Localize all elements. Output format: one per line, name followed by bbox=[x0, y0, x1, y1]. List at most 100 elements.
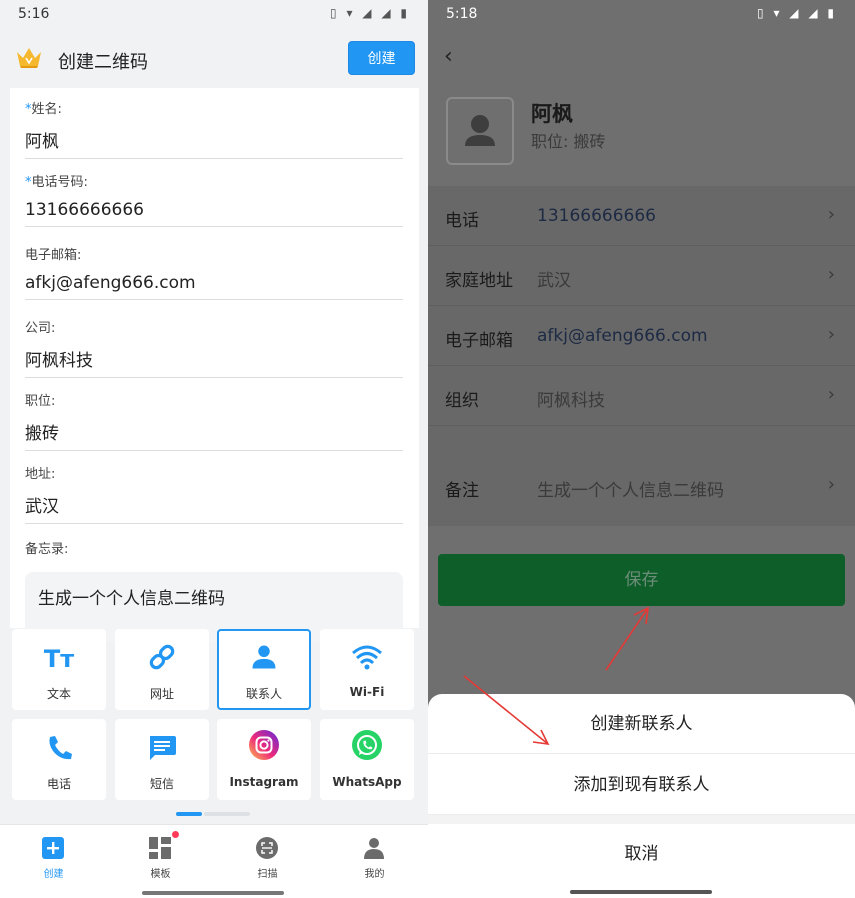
address-field[interactable]: 地址: 武汉 bbox=[25, 463, 403, 524]
field-label: *姓名: bbox=[25, 102, 62, 117]
contact-name: 阿枫 bbox=[531, 102, 573, 126]
status-time: 5:16 bbox=[18, 6, 50, 22]
type-tile-contact[interactable]: 联系人 bbox=[217, 629, 311, 710]
action-sheet: 创建新联系人 添加到现有联系人 取消 bbox=[428, 694, 855, 898]
chevron-right-icon: › bbox=[827, 324, 835, 345]
chevron-right-icon: › bbox=[827, 384, 835, 405]
profile-icon bbox=[364, 838, 384, 859]
home-indicator bbox=[142, 891, 284, 895]
status-icons: ▯ ▾ ◢ ◢ ▮ bbox=[757, 6, 837, 20]
nav-template[interactable]: 模板 bbox=[107, 825, 214, 885]
name-field[interactable]: *姓名: 阿枫 bbox=[25, 98, 403, 159]
sheet-divider bbox=[428, 815, 855, 824]
template-icon bbox=[149, 837, 171, 859]
nav-label: 模板 bbox=[150, 869, 171, 880]
status-icons: ▯ ▾ ◢ ◢ ▮ bbox=[330, 6, 410, 20]
link-icon bbox=[149, 644, 175, 670]
contact-form: *姓名: 阿枫 *电话号码: 13166666666 电子邮箱: afkj@af… bbox=[10, 88, 419, 642]
tile-label: 网址 bbox=[149, 687, 174, 701]
phone-field[interactable]: *电话号码: 13166666666 bbox=[25, 171, 403, 227]
contact-job: 职位: 搬砖 bbox=[531, 132, 606, 151]
left-screen: 5:16 ▯ ▾ ◢ ◢ ▮ 创建二维码 创建 *姓名: 阿枫 *电话号码: 1… bbox=[0, 0, 428, 898]
company-field[interactable]: 公司: 阿枫科技 bbox=[25, 317, 403, 378]
bottom-nav: 创建 模板 扫描 我的 bbox=[0, 824, 428, 898]
nav-create[interactable]: 创建 bbox=[0, 825, 107, 885]
person-placeholder-icon bbox=[465, 115, 495, 146]
page-indicator bbox=[176, 812, 252, 816]
row-value: 武汉 bbox=[537, 271, 571, 291]
row-notes[interactable]: 备注 生成一个个人信息二维码 › bbox=[428, 456, 855, 516]
right-screen: 5:18 ▯ ▾ ◢ ◢ ▮ ‹ 阿枫 职位: 搬砖 电话 1316666666… bbox=[428, 0, 855, 898]
tile-label: Instagram bbox=[229, 775, 299, 789]
memo-label: 备忘录: bbox=[25, 542, 69, 557]
field-label: *电话号码: bbox=[25, 175, 88, 190]
home-indicator bbox=[570, 890, 712, 894]
email-field[interactable]: 电子邮箱: afkj@afeng666.com bbox=[25, 244, 403, 300]
type-tile-phone[interactable]: 电话 bbox=[12, 719, 106, 800]
row-organization[interactable]: 组织 阿枫科技 › bbox=[428, 366, 855, 426]
svg-text:Tт: Tт bbox=[44, 645, 74, 671]
chevron-right-icon: › bbox=[827, 204, 835, 225]
row-home-address[interactable]: 家庭地址 武汉 › bbox=[428, 246, 855, 306]
nav-scan[interactable]: 扫描 bbox=[214, 825, 321, 885]
row-key: 组织 bbox=[445, 391, 479, 411]
tile-label: Wi-Fi bbox=[349, 685, 385, 699]
row-value: 生成一个个人信息二维码 bbox=[537, 481, 724, 501]
instagram-icon bbox=[249, 730, 279, 760]
chevron-right-icon: › bbox=[827, 264, 835, 285]
row-key: 家庭地址 bbox=[445, 271, 513, 291]
row-key: 电子邮箱 bbox=[445, 331, 513, 351]
status-bar: 5:16 ▯ ▾ ◢ ◢ ▮ bbox=[0, 0, 428, 30]
type-tile-text[interactable]: Tт 文本 bbox=[12, 629, 106, 710]
page-title: 创建二维码 bbox=[58, 52, 148, 73]
type-tile-wifi[interactable]: Wi-Fi bbox=[320, 629, 414, 710]
chevron-right-icon: › bbox=[827, 474, 835, 495]
save-button[interactable]: 保存 bbox=[438, 554, 845, 606]
status-time: 5:18 bbox=[446, 6, 478, 22]
row-value: afkj@afeng666.com bbox=[537, 326, 708, 346]
crown-icon bbox=[17, 48, 41, 68]
row-key: 电话 bbox=[445, 211, 479, 231]
nav-profile[interactable]: 我的 bbox=[321, 825, 428, 885]
contact-icon bbox=[252, 645, 276, 669]
type-tile-url[interactable]: 网址 bbox=[115, 629, 209, 710]
notification-dot bbox=[172, 831, 179, 838]
page-dot-active bbox=[176, 812, 202, 816]
row-value: 13166666666 bbox=[537, 206, 656, 226]
page-dot-inactive bbox=[204, 812, 250, 816]
contact-detail-list: 电话 13166666666 › 家庭地址 武汉 › 电子邮箱 afkj@afe… bbox=[428, 186, 855, 526]
create-new-contact-option[interactable]: 创建新联系人 bbox=[428, 694, 855, 754]
field-label: 职位: bbox=[25, 394, 56, 409]
nav-label: 扫描 bbox=[257, 869, 278, 880]
wifi-icon bbox=[352, 645, 382, 670]
sms-icon bbox=[150, 736, 176, 760]
type-tile-whatsapp[interactable]: WhatsApp bbox=[320, 719, 414, 800]
type-tile-instagram[interactable]: Instagram bbox=[217, 719, 311, 800]
address-input[interactable]: 武汉 bbox=[25, 492, 403, 524]
phone-input[interactable]: 13166666666 bbox=[25, 200, 403, 227]
position-field[interactable]: 职位: 搬砖 bbox=[25, 390, 403, 451]
company-input[interactable]: 阿枫科技 bbox=[25, 346, 403, 378]
nav-label: 我的 bbox=[364, 869, 385, 880]
app-header: 创建二维码 创建 bbox=[0, 30, 428, 88]
row-value: 阿枫科技 bbox=[537, 391, 605, 411]
position-input[interactable]: 搬砖 bbox=[25, 419, 403, 451]
contact-avatar bbox=[446, 97, 514, 165]
back-arrow-icon[interactable]: ‹ bbox=[444, 44, 453, 69]
cancel-option[interactable]: 取消 bbox=[428, 824, 855, 884]
whatsapp-icon bbox=[352, 730, 382, 760]
tile-label: 联系人 bbox=[245, 687, 282, 701]
phone-icon bbox=[49, 736, 72, 760]
email-input[interactable]: afkj@afeng666.com bbox=[25, 273, 403, 300]
row-key: 备注 bbox=[445, 481, 479, 501]
row-email[interactable]: 电子邮箱 afkj@afeng666.com › bbox=[428, 306, 855, 366]
status-bar: 5:18 ▯ ▾ ◢ ◢ ▮ bbox=[428, 0, 855, 30]
row-phone[interactable]: 电话 13166666666 › bbox=[428, 186, 855, 246]
name-input[interactable]: 阿枫 bbox=[25, 127, 403, 159]
add-to-existing-contact-option[interactable]: 添加到现有联系人 bbox=[428, 755, 855, 815]
field-label: 电子邮箱: bbox=[25, 248, 82, 263]
create-button[interactable]: 创建 bbox=[348, 41, 415, 75]
text-icon: Tт bbox=[44, 645, 74, 671]
field-label: 公司: bbox=[25, 321, 56, 336]
type-tile-sms[interactable]: 短信 bbox=[115, 719, 209, 800]
